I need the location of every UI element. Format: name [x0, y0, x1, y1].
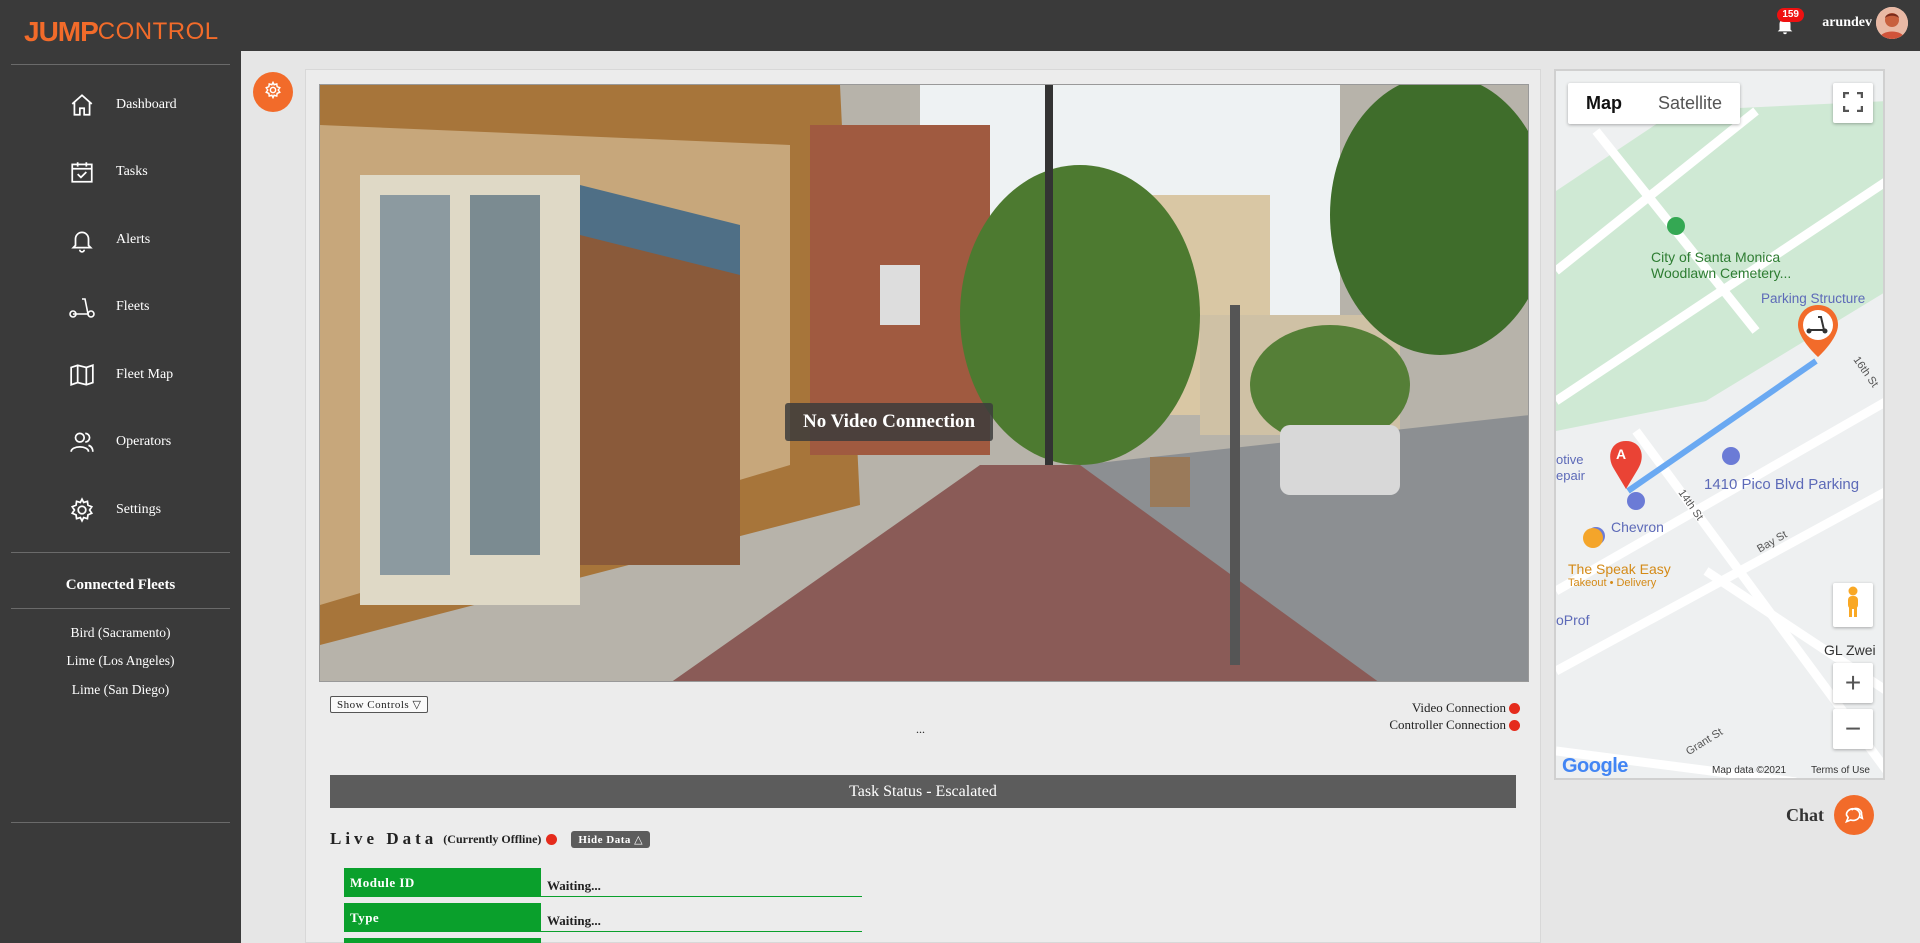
- scooter-location-marker[interactable]: [1796, 303, 1840, 359]
- sidebar-nav: Dashboard Tasks Alerts Fleets Fleet Map: [0, 71, 241, 544]
- controller-connection-status: Controller Connection: [1389, 717, 1520, 733]
- fullscreen-button[interactable]: [1833, 83, 1873, 123]
- google-logo: Google: [1562, 755, 1628, 777]
- data-key: Module ID: [344, 868, 541, 897]
- fleet-item-lime-san-diego[interactable]: Lime (San Diego): [0, 682, 241, 711]
- top-bar: 159 arundev: [241, 0, 1920, 51]
- scooter-icon: [68, 293, 96, 321]
- fleet-item-bird-sacramento[interactable]: Bird (Sacramento): [0, 625, 241, 654]
- live-data-title: Live Data: [330, 829, 438, 848]
- brand-logo-jump: JUMP: [24, 16, 99, 47]
- sidebar-item-alerts[interactable]: Alerts: [0, 206, 241, 274]
- data-key: [344, 938, 541, 943]
- fullscreen-icon: [1842, 87, 1864, 119]
- street-scene-image: [320, 85, 1528, 681]
- video-connection-dot: [1509, 702, 1520, 714]
- location-map[interactable]: Map Satellite City of Santa Monica Woodl…: [1554, 69, 1885, 780]
- sidebar-divider: [11, 64, 230, 65]
- video-connection-status: Video Connection: [1412, 700, 1520, 716]
- sidebar: JUMP CONTROL Dashboard Tasks Alerts Fleet: [0, 0, 241, 943]
- connected-fleets-title: Connected Fleets: [65, 576, 176, 593]
- chat-bubble-icon: [1834, 795, 1875, 835]
- table-row: [344, 935, 862, 943]
- main-panel: No Video Connection Show Controls ▽ Vide…: [305, 69, 1541, 943]
- live-data-header: Live Data (Currently Offline) Hide Data …: [330, 829, 651, 849]
- data-key: Type: [344, 903, 541, 932]
- sidebar-item-dashboard[interactable]: Dashboard: [0, 71, 241, 139]
- sidebar-item-label: Fleets: [116, 299, 150, 315]
- street-view-pegman[interactable]: [1833, 583, 1873, 627]
- gear-icon: [68, 496, 96, 524]
- map-marker-a-label: A: [1616, 446, 1627, 462]
- terms-of-use-link[interactable]: Terms of Use: [1811, 765, 1870, 776]
- sidebar-item-label: Tasks: [116, 164, 148, 180]
- map-label-speak-easy: The Speak Easy: [1568, 561, 1671, 577]
- data-value: Waiting...: [541, 903, 862, 932]
- controller-connection-label: Controller Connection: [1389, 717, 1506, 732]
- map-label-gl-zwei: GL Zwei: [1824, 642, 1876, 658]
- video-feed[interactable]: No Video Connection: [319, 84, 1529, 682]
- sidebar-item-settings[interactable]: Settings: [0, 476, 241, 544]
- gear-icon: [264, 80, 282, 104]
- show-controls-button[interactable]: Show Controls ▽: [330, 696, 429, 713]
- map-label-speak-easy-sub: Takeout • Delivery: [1568, 577, 1657, 589]
- sidebar-item-tasks[interactable]: Tasks: [0, 139, 241, 207]
- table-row: Module ID Waiting...: [344, 865, 862, 900]
- map-label-cemetery: City of Santa Monica Woodlawn Cemetery..…: [1651, 249, 1792, 281]
- fleet-item-lime-los-angeles[interactable]: Lime (Los Angeles): [0, 653, 241, 682]
- task-status-bar: Task Status - Escalated: [330, 775, 1516, 808]
- map-label-chevron: Chevron: [1611, 519, 1664, 535]
- map-data-credit: Map data ©2021: [1712, 765, 1787, 776]
- map-label-prof: oProf: [1556, 612, 1590, 628]
- sidebar-item-label: Dashboard: [116, 96, 177, 112]
- sidebar-item-operators[interactable]: Operators: [0, 409, 241, 477]
- sidebar-divider: [11, 822, 230, 823]
- hide-data-button[interactable]: Hide Data △: [571, 830, 651, 848]
- sidebar-item-fleet-map[interactable]: Fleet Map: [0, 341, 241, 409]
- notification-count-badge: 159: [1777, 8, 1804, 22]
- bell-icon: [68, 226, 96, 254]
- video-settings-button[interactable]: [253, 72, 293, 112]
- users-icon: [68, 428, 96, 456]
- connected-fleets-list: Bird (Sacramento) Lime (Los Angeles) Lim…: [0, 609, 241, 711]
- video-connection-label: Video Connection: [1411, 700, 1506, 715]
- map-type-toggle: Map Satellite: [1568, 83, 1741, 124]
- table-row: Type Waiting...: [344, 900, 862, 935]
- chat-label: Chat: [1786, 804, 1825, 825]
- user-avatar[interactable]: [1876, 7, 1908, 39]
- map-icon: [68, 361, 96, 389]
- live-data-status: (Currently Offline): [443, 831, 542, 846]
- more-indicator: ...: [916, 722, 925, 736]
- brand-logo-control: CONTROL: [97, 18, 219, 45]
- map-type-map[interactable]: Map: [1568, 83, 1640, 124]
- sidebar-item-label: Operators: [116, 434, 172, 450]
- zoom-out-button[interactable]: −: [1833, 709, 1873, 749]
- home-icon: [68, 91, 96, 119]
- zoom-in-button[interactable]: +: [1833, 663, 1873, 703]
- chat-button[interactable]: Chat: [1786, 795, 1875, 835]
- minus-icon: −: [1844, 713, 1862, 744]
- controller-connection-dot: [1509, 719, 1520, 731]
- sidebar-item-label: Settings: [116, 501, 162, 517]
- username[interactable]: arundev: [1822, 15, 1872, 31]
- map-label-pico-parking: 1410 Pico Blvd Parking: [1704, 476, 1860, 493]
- pegman-icon: [1844, 586, 1862, 625]
- map-label-repair: epair: [1556, 468, 1585, 483]
- calendar-check-icon: [68, 158, 96, 186]
- sidebar-item-fleets[interactable]: Fleets: [0, 274, 241, 342]
- live-data-status-dot: [546, 833, 558, 845]
- no-video-message: No Video Connection: [785, 403, 994, 441]
- sidebar-item-label: Alerts: [116, 231, 151, 247]
- data-value: Waiting...: [541, 868, 862, 897]
- sidebar-item-label: Fleet Map: [116, 366, 174, 382]
- map-type-satellite[interactable]: Satellite: [1640, 83, 1740, 124]
- brand-logo[interactable]: JUMP CONTROL: [0, 0, 241, 64]
- map-label-optive: otive: [1556, 452, 1584, 467]
- plus-icon: +: [1844, 667, 1862, 698]
- live-data-table: Module ID Waiting... Type Waiting...: [344, 865, 862, 943]
